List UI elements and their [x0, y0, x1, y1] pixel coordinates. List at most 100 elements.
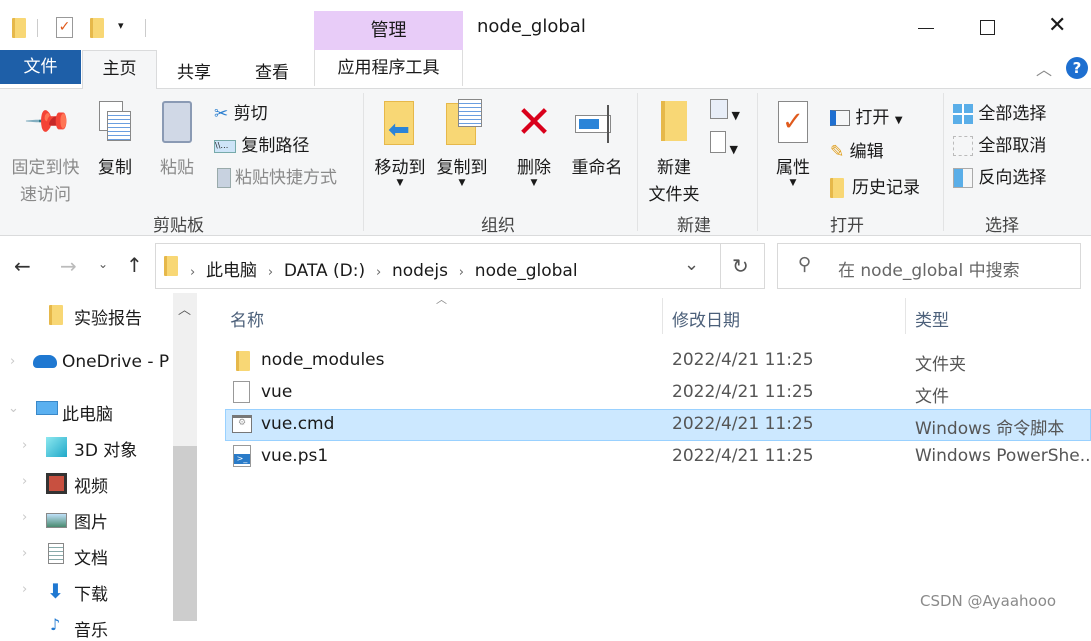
label: 粘贴快捷方式 — [235, 168, 337, 188]
nav-item-pictures[interactable]: 图片 — [74, 508, 108, 533]
file-row[interactable]: node_modules 2022/4/21 11:25 文件夹 — [225, 345, 1091, 377]
tab-file[interactable]: 文件 — [0, 50, 81, 84]
label: 剪切 — [233, 104, 268, 124]
move-to-button[interactable]: ⬅ 移动到 ▼ — [370, 101, 430, 188]
minimize-button[interactable] — [918, 28, 934, 29]
new-folder-icon — [644, 101, 704, 153]
nav-item-onedrive[interactable]: OneDrive - P — [62, 352, 169, 372]
tab-share[interactable]: 共享 — [177, 58, 211, 83]
open-button[interactable]: 打开 ▼ — [830, 103, 903, 128]
select-all-button[interactable]: 全部选择 — [953, 99, 1046, 124]
minimize-ribbon-icon[interactable]: ︿ — [1036, 56, 1052, 80]
nav-item-experiment-reports[interactable]: 实验报告 — [74, 304, 142, 329]
scrollbar-thumb[interactable] — [173, 446, 197, 621]
navigation-pane[interactable]: 实验报告 › OneDrive - P ⌄ 此电脑 › 3D 对象 › 视频 ›… — [0, 293, 200, 641]
context-tab-manage[interactable]: 管理 — [314, 11, 463, 50]
breadcrumb-item[interactable]: nodejs — [392, 261, 448, 281]
quick-access-toolbar: ✓ ▾ — [10, 16, 146, 40]
rename-button[interactable]: 重命名 — [567, 101, 627, 178]
search-box[interactable]: ⚲ 在 node_global 中搜索 — [777, 243, 1081, 289]
properties-button[interactable]: ✓ 属性 ▼ — [768, 101, 818, 188]
properties-icon: ✓ — [768, 101, 818, 153]
cmd-script-icon: ⚙ — [232, 415, 252, 433]
ribbon: 📌 固定到快 速访问 复制 粘贴 ✂ 剪切 \\… 复制路径 粘贴快捷方式 剪贴… — [0, 88, 1091, 236]
close-button[interactable]: ✕ — [1048, 13, 1066, 38]
scroll-up-icon[interactable]: ︿ — [178, 299, 191, 318]
properties-icon[interactable]: ✓ — [56, 17, 73, 38]
up-button[interactable]: ↑ — [126, 253, 143, 277]
copy-button[interactable]: 复制 — [95, 101, 135, 178]
delete-button[interactable]: ✕ 删除 ▼ — [509, 97, 559, 189]
new-item-button[interactable]: ▼ — [710, 99, 740, 122]
dropdown-icon: ▼ — [458, 178, 466, 188]
label: 打开 — [855, 108, 890, 128]
edit-button[interactable]: ✎ 编辑 — [830, 137, 884, 162]
label: 粘贴 — [160, 158, 194, 178]
back-button[interactable]: ← — [14, 254, 31, 278]
file-row-selected[interactable]: ⚙ vue.cmd 2022/4/21 11:25 Windows 命令脚本 — [225, 409, 1091, 441]
label: 重命名 — [571, 158, 623, 178]
maximize-button[interactable] — [980, 20, 995, 35]
group-label-new: 新建 — [677, 216, 711, 236]
select-none-button[interactable]: 全部取消 — [953, 131, 1046, 156]
group-label-clipboard: 剪贴板 — [153, 216, 204, 236]
new-folder-icon[interactable] — [90, 18, 104, 38]
delete-icon: ✕ — [515, 97, 553, 148]
easy-access-button[interactable]: ▼ — [710, 131, 738, 156]
help-icon[interactable]: ? — [1066, 57, 1088, 79]
copy-path-icon: \\… — [214, 139, 236, 153]
pin-to-quick-access-button[interactable]: 📌 固定到快 速访问 — [8, 96, 83, 205]
paste-button[interactable]: 粘贴 — [157, 101, 197, 178]
nav-item-3d-objects[interactable]: 3D 对象 — [74, 436, 137, 461]
3d-objects-icon — [46, 437, 67, 457]
paste-shortcut-button[interactable]: 粘贴快捷方式 — [214, 163, 337, 188]
breadcrumb-item[interactable]: 此电脑 — [206, 261, 257, 281]
select-all-icon — [953, 104, 973, 124]
file-row[interactable]: >_ vue.ps1 2022/4/21 11:25 Windows Power… — [225, 441, 1091, 473]
breadcrumb-item[interactable]: node_global — [475, 261, 578, 281]
nav-item-documents[interactable]: 文档 — [74, 544, 108, 569]
refresh-button[interactable]: ↻ — [732, 254, 749, 278]
dropdown-icon: ▼ — [396, 178, 404, 188]
tab-view[interactable]: 查看 — [255, 58, 289, 83]
nav-item-videos[interactable]: 视频 — [74, 472, 108, 497]
address-bar[interactable]: › 此电脑 › DATA (D:) › nodejs › node_global… — [155, 243, 765, 289]
nav-item-music[interactable]: 音乐 — [74, 616, 108, 641]
nav-scrollbar[interactable]: ︿ — [173, 293, 197, 621]
history-icon — [830, 178, 844, 198]
file-name: vue.cmd — [261, 414, 335, 434]
copy-path-button[interactable]: \\… 复制路径 — [214, 131, 309, 156]
file-name: vue.ps1 — [261, 446, 329, 466]
address-dropdown-icon[interactable]: ⌄ — [684, 254, 699, 275]
edit-icon: ✎ — [830, 142, 845, 162]
copy-to-button[interactable]: 复制到 ▼ — [432, 99, 492, 188]
sort-indicator-icon: ︿ — [436, 293, 447, 306]
file-date: 2022/4/21 11:25 — [672, 350, 814, 370]
folder-icon — [12, 18, 26, 38]
powershell-icon: >_ — [233, 445, 251, 467]
history-button[interactable]: 历史记录 — [830, 173, 920, 198]
recent-locations-dropdown[interactable]: ⌄ — [98, 257, 108, 271]
dropdown-icon: ▼ — [530, 178, 538, 188]
new-item-icon — [710, 99, 728, 119]
column-header-type[interactable]: 类型 — [915, 306, 949, 331]
label: 速访问 — [20, 185, 71, 205]
file-date: 2022/4/21 11:25 — [672, 446, 814, 466]
nav-item-this-pc[interactable]: 此电脑 — [62, 400, 113, 425]
tab-application-tools[interactable]: 应用程序工具 — [314, 50, 463, 86]
group-label-open: 打开 — [830, 216, 864, 236]
file-row[interactable]: vue 2022/4/21 11:25 文件 — [225, 377, 1091, 409]
breadcrumb-item[interactable]: DATA (D:) — [284, 261, 365, 281]
new-folder-button[interactable]: 新建 文件夹 — [644, 101, 704, 205]
column-header-date[interactable]: 修改日期 — [672, 306, 740, 331]
downloads-icon: ⬇ — [47, 579, 64, 603]
forward-button[interactable]: → — [60, 254, 77, 278]
cut-button[interactable]: ✂ 剪切 — [214, 99, 268, 124]
customize-dropdown-icon[interactable]: ▾ — [118, 19, 124, 32]
column-header-name[interactable]: 名称 — [230, 306, 662, 336]
tab-home[interactable]: 主页 — [82, 50, 157, 89]
invert-selection-button[interactable]: 反向选择 — [953, 163, 1046, 188]
label: 删除 — [517, 158, 551, 178]
nav-item-downloads[interactable]: 下载 — [74, 580, 108, 605]
label: 复制到 — [436, 158, 488, 178]
